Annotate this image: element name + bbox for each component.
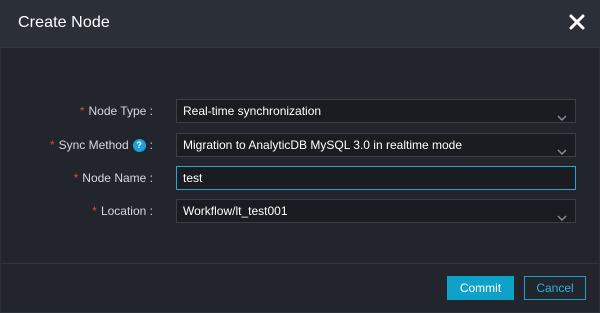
location-label: * Location : <box>92 204 153 218</box>
required-mark: * <box>92 204 97 218</box>
node-type-row: * Node Type : Real-time synchronization <box>1 99 599 123</box>
node-name-input[interactable] <box>176 166 576 190</box>
required-mark: * <box>79 104 85 118</box>
sync-method-value: Migration to AnalyticDB MySQL 3.0 in rea… <box>183 138 463 152</box>
chevron-down-icon <box>557 107 567 121</box>
create-node-dialog: Create Node * Node Type : Real-time synch… <box>0 0 600 313</box>
sync-method-label: * Sync Method?: <box>49 138 153 152</box>
sync-method-select[interactable]: Migration to AnalyticDB MySQL 3.0 in rea… <box>176 133 576 157</box>
required-mark: * <box>49 138 55 152</box>
node-type-select[interactable]: Real-time synchronization <box>176 99 576 123</box>
required-mark: * <box>73 171 79 185</box>
location-row: * Location : Workflow/lt_test001 <box>1 199 599 223</box>
dialog-header: Create Node <box>1 1 599 48</box>
cancel-button[interactable]: Cancel <box>524 276 586 300</box>
footer-divider <box>1 263 599 264</box>
close-icon[interactable] <box>567 12 587 32</box>
node-type-label: * Node Type : <box>79 104 153 118</box>
dialog-title: Create Node <box>18 14 110 31</box>
commit-button[interactable]: Commit <box>447 276 514 300</box>
chevron-down-icon <box>557 141 567 155</box>
node-name-label: * Node Name : <box>73 171 153 185</box>
location-value: Workflow/lt_test001 <box>183 204 288 218</box>
help-icon[interactable]: ? <box>132 139 146 152</box>
node-type-value: Real-time synchronization <box>183 104 322 118</box>
sync-method-row: * Sync Method?: Migration to AnalyticDB M… <box>1 133 599 157</box>
location-select[interactable]: Workflow/lt_test001 <box>176 199 576 223</box>
node-name-row: * Node Name : <box>1 166 599 190</box>
chevron-down-icon <box>557 207 567 221</box>
